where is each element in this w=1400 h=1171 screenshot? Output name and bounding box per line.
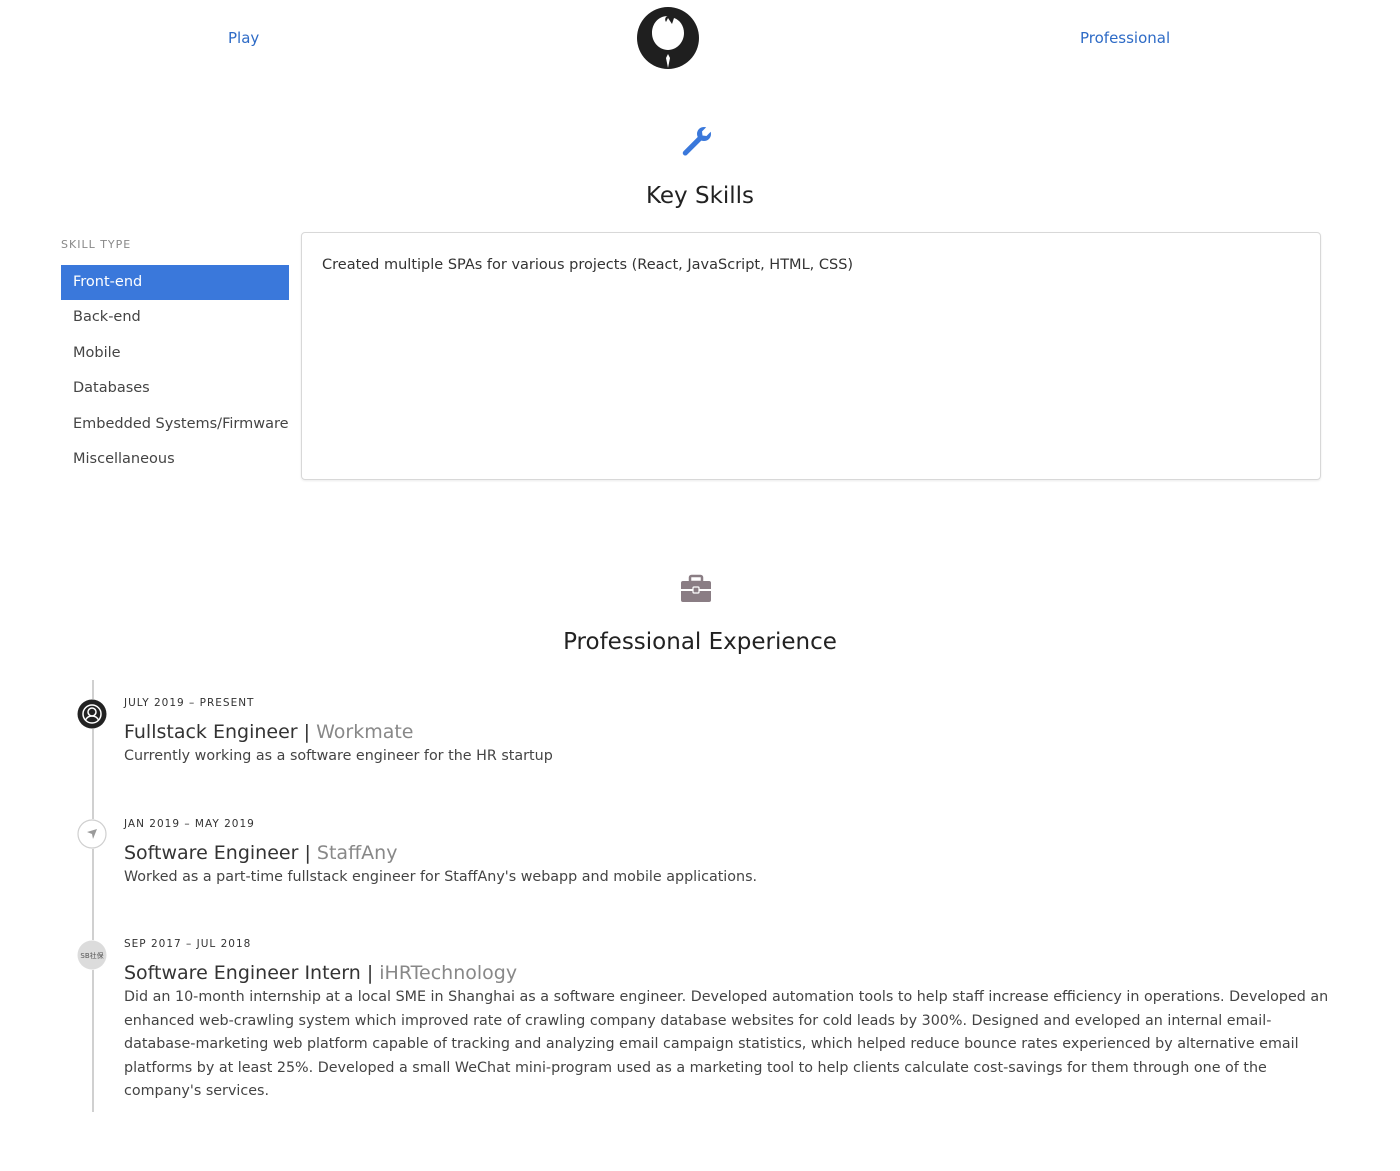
experience-separator: |	[303, 721, 311, 743]
experience-role-line: Software Engineer | StaffAny	[124, 840, 1334, 866]
skill-item-mobile[interactable]: Mobile	[61, 336, 289, 371]
skill-details-panel: Created multiple SPAs for various projec…	[301, 232, 1321, 480]
experience-role: Fullstack Engineer	[124, 721, 298, 743]
ihrtechnology-logo-text: SB社保	[80, 951, 103, 960]
experience-description: Did an 10-month internship at a local SM…	[124, 989, 1329, 1100]
skill-item-miscellaneous[interactable]: Miscellaneous	[61, 442, 289, 477]
site-logo-icon[interactable]	[636, 6, 700, 70]
experience-date: JULY 2019 – PRESENT	[124, 697, 255, 709]
experience-entry: JAN 2019 – MAY 2019 Software Engineer | …	[124, 818, 1334, 890]
experience-description: Worked as a part-time fullstack engineer…	[124, 869, 758, 885]
experience-separator: |	[304, 842, 311, 864]
skill-type-label: SKILL TYPE	[61, 238, 132, 251]
experience-entry: SEP 2017 – JUL 2018 Software Engineer In…	[124, 938, 1334, 1104]
experience-company: iHRTechnology	[379, 962, 518, 984]
experience-company: StaffAny	[316, 842, 398, 864]
nav-link-professional[interactable]: Professional	[1080, 29, 1170, 47]
key-skills-heading: Key Skills	[645, 183, 755, 209]
skill-item-embedded-systems[interactable]: Embedded Systems/Firmware	[61, 407, 289, 442]
experience-role-line: Software Engineer Intern | iHRTechnology	[124, 960, 1334, 986]
skill-item-front-end[interactable]: Front-end	[61, 265, 289, 301]
experience-role-line: Fullstack Engineer | Workmate	[124, 719, 1334, 745]
experience-role: Software Engineer	[124, 842, 299, 864]
skill-type-menu: Front-end Back-end Mobile Databases Embe…	[61, 265, 289, 477]
experience-company: Workmate	[316, 721, 414, 743]
staffany-logo-icon	[77, 819, 107, 849]
timeline-line	[92, 680, 94, 1112]
experience-description: Currently working as a software engineer…	[124, 748, 553, 764]
experience-role: Software Engineer Intern	[124, 962, 361, 984]
briefcase-icon	[681, 574, 711, 602]
skill-details-text: Created multiple SPAs for various projec…	[322, 257, 854, 273]
experience-entry: JULY 2019 – PRESENT Fullstack Engineer |…	[124, 697, 1334, 769]
experience-separator: |	[366, 962, 374, 984]
experience-date: SEP 2017 – JUL 2018	[124, 938, 252, 950]
skill-item-back-end[interactable]: Back-end	[61, 300, 289, 335]
skill-item-databases[interactable]: Databases	[61, 371, 289, 406]
experience-date: JAN 2019 – MAY 2019	[124, 818, 255, 830]
wrench-icon	[682, 127, 711, 156]
professional-experience-heading: Professional Experience	[563, 629, 837, 655]
nav-link-play[interactable]: Play	[228, 29, 259, 47]
ihrtechnology-logo-icon: SB社保	[77, 940, 107, 970]
workmate-logo-icon	[77, 699, 107, 729]
